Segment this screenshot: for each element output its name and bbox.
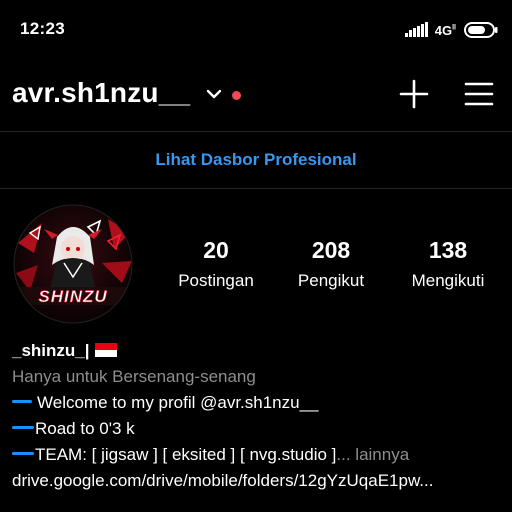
bio-more-link[interactable]: ... lainnya — [336, 445, 409, 464]
following-count: 138 — [428, 237, 468, 263]
chevron-down-icon[interactable] — [205, 87, 223, 101]
followers-count: 208 — [311, 237, 351, 263]
status-bar: 12:23 4Gll — [0, 0, 512, 56]
profile-stats: 20 Postingan 208 Pengikut 138 Mengikuti — [150, 234, 512, 294]
hamburger-menu-icon[interactable] — [464, 80, 494, 108]
blue-dash-icon — [12, 426, 34, 429]
blue-dash-icon — [12, 400, 32, 403]
followers-stat[interactable]: 208 Pengikut — [290, 234, 372, 294]
posts-count: 20 — [203, 237, 229, 263]
followers-label: Pengikut — [297, 271, 365, 290]
avatar-wordmark: SHINZU — [38, 287, 107, 306]
bio-line-road: Road to 0'3 k — [12, 416, 504, 442]
signal-icon — [404, 22, 428, 37]
status-time: 12:23 — [20, 19, 65, 38]
status-icons: 4Gll — [404, 19, 498, 41]
bio-welcome-text: Welcome to my profil @avr.sh1nzu__ — [37, 393, 319, 412]
display-name: _shinzu_| — [12, 341, 90, 360]
profile-category: Hanya untuk Bersenang-senang — [12, 367, 256, 386]
bio-line-team: TEAM: [ jigsaw ] [ eksited ] [ nvg.studi… — [12, 442, 504, 468]
create-post-button[interactable] — [398, 78, 430, 110]
following-label: Mengikuti — [411, 271, 485, 290]
posts-stat[interactable]: 20 Postingan — [170, 234, 262, 294]
username-switcher[interactable]: avr.sh1nzu__ — [12, 77, 190, 109]
network-sub-label: ll — [452, 24, 456, 32]
indonesia-flag-icon — [95, 343, 118, 357]
following-stat[interactable]: 138 Mengikuti — [402, 234, 494, 294]
profile-avatar[interactable]: SHINZU — [12, 203, 134, 325]
battery-icon — [464, 22, 498, 38]
network-type-label: 4G — [434, 22, 453, 38]
bio-external-link[interactable]: drive.google.com/drive/mobile/folders/12… — [12, 468, 504, 494]
bio-team-text: TEAM: [ jigsaw ] [ eksited ] [ nvg.studi… — [35, 445, 337, 464]
profile-header: avr.sh1nzu__ — [0, 56, 512, 132]
network-type: 4Gll — [435, 23, 456, 38]
bio-line-welcome: Welcome to my profil @avr.sh1nzu__ — [12, 390, 504, 416]
bio-road-text: Road to 0'3 k — [35, 419, 135, 438]
header-divider — [0, 131, 512, 132]
dashboard-divider — [0, 188, 512, 189]
blue-dash-icon — [12, 452, 34, 455]
posts-label: Postingan — [178, 271, 254, 290]
notification-dot — [232, 91, 241, 100]
profile-bio: _shinzu_| Hanya untuk Bersenang-senang W… — [12, 338, 504, 494]
display-name-line: _shinzu_| — [12, 338, 504, 364]
professional-dashboard-link[interactable]: Lihat Dasbor Profesional — [0, 140, 512, 180]
